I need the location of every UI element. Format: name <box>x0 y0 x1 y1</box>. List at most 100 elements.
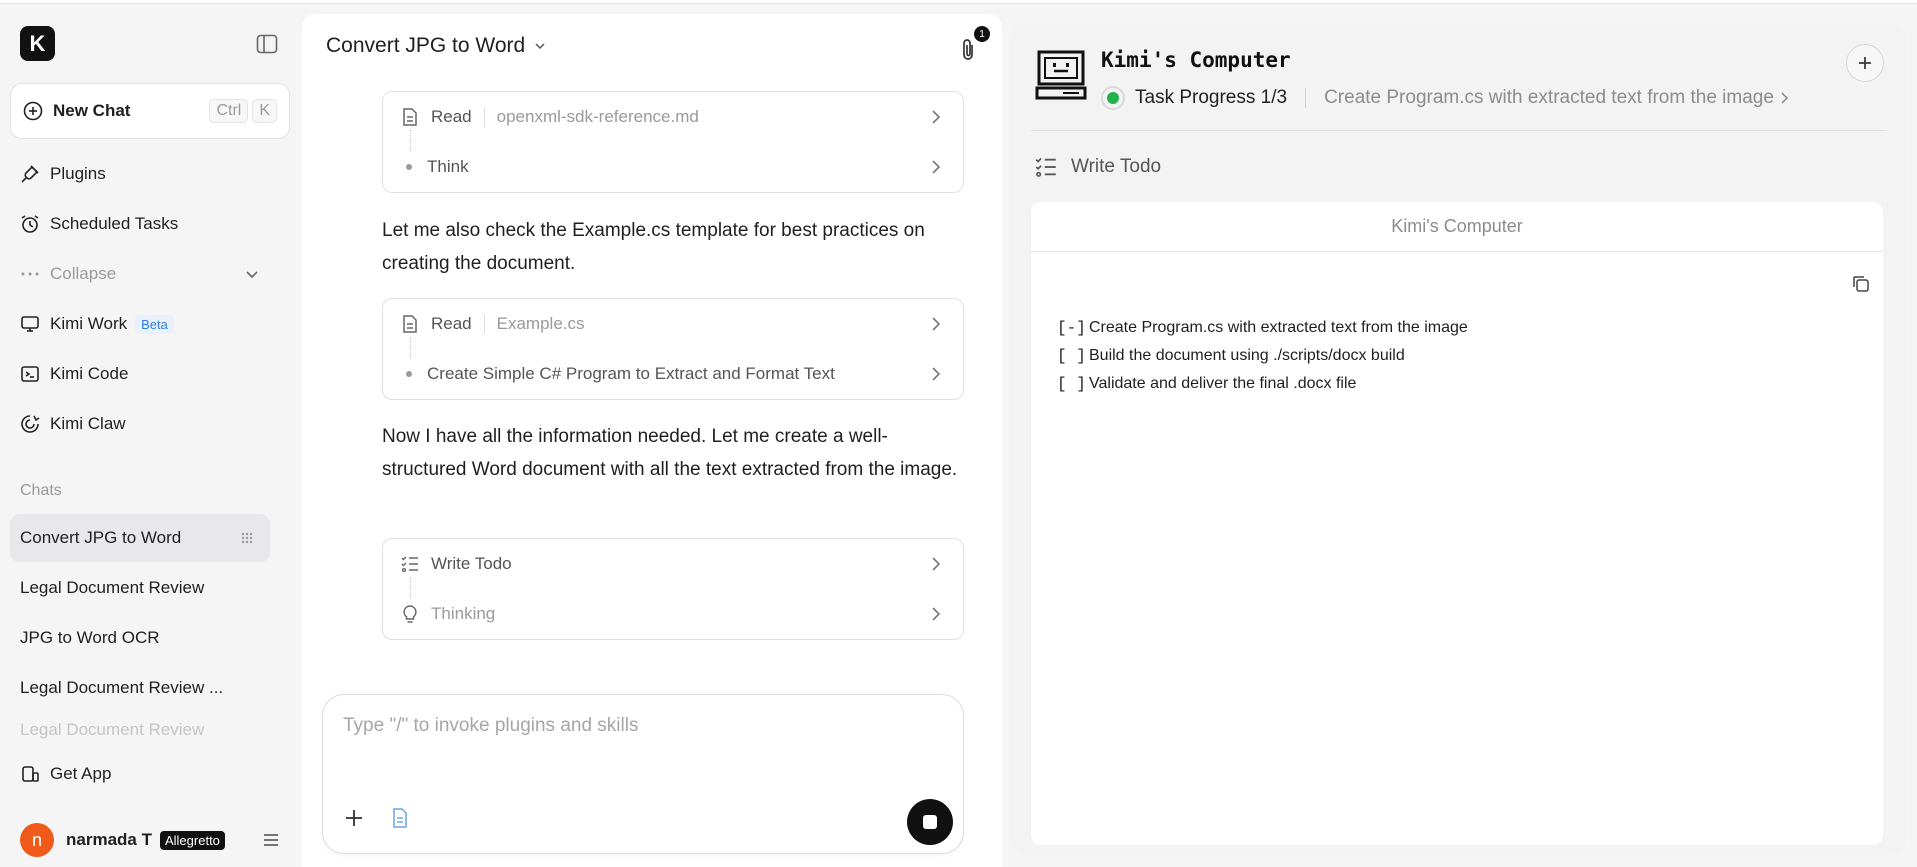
todo-status: [ ] <box>1057 347 1086 365</box>
sidebar-item-label: Kimi Claw <box>50 414 126 433</box>
tool-label: Create Simple C# Program to Extract and … <box>427 364 835 383</box>
tool-call-card: Write Todo Thinking <box>382 538 964 640</box>
sidebar-item-label: Scheduled Tasks <box>50 214 179 233</box>
chat-title-dropdown[interactable]: Convert JPG to Word <box>326 34 547 58</box>
chat-item-active[interactable]: Convert JPG to Word <box>10 514 270 562</box>
more-dots-icon <box>21 272 39 276</box>
chat-title: Convert JPG to Word <box>326 34 526 57</box>
hamburger-menu-icon[interactable] <box>262 832 280 848</box>
plus-icon <box>1859 57 1871 69</box>
sidebar-item-label: Kimi Code <box>50 364 129 383</box>
chevron-right-icon <box>932 557 941 571</box>
chevron-right-icon <box>932 367 941 381</box>
chat-item-label: Legal Document Review <box>20 720 205 739</box>
user-profile[interactable]: n narmada T Allegretto <box>20 822 280 858</box>
todo-item: [-] Create Program.cs with extracted text… <box>1057 314 1468 342</box>
lightbulb-icon <box>403 605 417 623</box>
sidebar-item-label: Plugins <box>50 164 106 183</box>
chat-item[interactable]: Legal Document Review ... <box>10 664 270 712</box>
document-icon <box>403 315 417 333</box>
todo-text: Create Program.cs with extracted text fr… <box>1089 319 1468 336</box>
task-progress[interactable]: Task Progress 1/3 Create Program.cs with… <box>1101 86 1790 110</box>
sidebar-item-kimi-code[interactable]: Kimi Code <box>20 359 128 389</box>
copy-icon[interactable] <box>1851 274 1871 294</box>
get-app-link[interactable]: Get App <box>20 764 111 784</box>
chevron-down-icon <box>246 271 258 279</box>
sidebar-item-scheduled-tasks[interactable]: Scheduled Tasks <box>20 209 178 239</box>
status-indicator <box>1101 86 1125 110</box>
document-icon <box>403 108 417 126</box>
kimi-logo[interactable]: K <box>20 26 55 61</box>
sidebar: K New Chat Ctrl K Plugins Scheduled Task… <box>0 4 300 867</box>
shortcut-k: K <box>252 99 277 123</box>
tool-call-card: Read Example.cs Create Simple C# Program… <box>382 298 964 400</box>
assistant-message: Now I have all the information needed. L… <box>382 426 958 480</box>
chevron-right-icon <box>932 110 941 124</box>
tool-label: Read <box>431 107 472 126</box>
chat-item-label: JPG to Word OCR <box>20 628 160 647</box>
tool-label: Write Todo <box>431 554 512 573</box>
sidebar-item-kimi-work[interactable]: Kimi Work Beta <box>20 309 174 339</box>
shortcut-ctrl: Ctrl <box>209 99 249 123</box>
tool-step-row[interactable]: Create Simple C# Program to Extract and … <box>383 349 963 399</box>
message-composer <box>322 694 964 854</box>
chat-item[interactable]: Legal Document Review <box>10 564 270 612</box>
todo-item: [ ] Build the document using ./scripts/do… <box>1057 342 1468 370</box>
todo-status: [-] <box>1057 319 1086 337</box>
device-icon <box>22 766 39 782</box>
viewer-title: Kimi's Computer <box>1031 202 1883 252</box>
computer-panel: Kimi's Computer Task Progress 1/3 Create… <box>1011 22 1907 855</box>
chat-item-label: Legal Document Review <box>20 578 205 597</box>
avatar[interactable]: n <box>20 823 54 857</box>
add-button[interactable] <box>1846 44 1884 82</box>
tool-thinking-row[interactable]: Thinking <box>383 589 963 639</box>
step-dot <box>406 371 412 377</box>
paperclip-icon[interactable] <box>958 38 978 62</box>
terminal-icon <box>21 366 39 382</box>
tool-read-row[interactable]: Read openxml-sdk-reference.md <box>383 92 963 142</box>
section-heading: Write Todo <box>1035 156 1161 178</box>
tool-think-row[interactable]: Think <box>383 142 963 192</box>
progress-label: Task Progress 1/3 <box>1135 87 1288 108</box>
tool-todo-row[interactable]: Write Todo <box>383 539 963 589</box>
chat-panel: Convert JPG to Word 1 Read openxml-sdk-r… <box>302 14 1002 867</box>
divider <box>1305 88 1307 108</box>
chat-item[interactable]: JPG to Word OCR <box>10 614 270 662</box>
chat-item[interactable]: Legal Document Review <box>10 714 270 740</box>
sidebar-item-label: Collapse <box>50 264 117 283</box>
section-heading-label: Write Todo <box>1071 156 1162 177</box>
todo-item: [ ] Validate and deliver the final .docx … <box>1057 370 1468 398</box>
document-icon[interactable] <box>391 807 409 829</box>
todo-list: [-] Create Program.cs with extracted text… <box>1057 314 1468 398</box>
alarm-clock-icon <box>21 215 39 233</box>
drag-handle-icon[interactable] <box>240 531 254 545</box>
claw-icon <box>21 415 40 433</box>
sidebar-item-plugins[interactable]: Plugins <box>20 159 106 189</box>
tool-read-row[interactable]: Read Example.cs <box>383 299 963 349</box>
chevron-down-icon <box>535 43 545 50</box>
tool-file-name: openxml-sdk-reference.md <box>483 107 699 127</box>
beta-badge: Beta <box>135 314 174 334</box>
todo-status: [ ] <box>1057 375 1086 393</box>
checklist-icon <box>401 556 418 573</box>
sidebar-collapse-toggle[interactable]: Collapse <box>20 259 260 289</box>
sidebar-item-kimi-claw[interactable]: Kimi Claw <box>20 409 126 439</box>
todo-text: Build the document using ./scripts/docx … <box>1089 347 1405 364</box>
new-chat-button[interactable]: New Chat Ctrl K <box>10 83 290 139</box>
monitor-icon <box>21 316 39 332</box>
get-app-label: Get App <box>50 764 112 783</box>
divider <box>1031 130 1887 131</box>
stop-generation-button[interactable] <box>907 799 953 845</box>
chevron-right-icon <box>932 160 941 174</box>
plus-icon[interactable] <box>343 807 365 829</box>
sidebar-toggle-icon[interactable] <box>256 34 278 54</box>
chevron-right-icon <box>1781 92 1788 104</box>
tool-call-card: Read openxml-sdk-reference.md Think <box>382 91 964 193</box>
computer-name: Kimi's Computer <box>1101 48 1291 72</box>
message-input[interactable] <box>343 715 943 755</box>
todo-text: Validate and deliver the final .docx fil… <box>1089 375 1357 392</box>
user-name: narmada T <box>66 830 152 849</box>
computer-viewer: Kimi's Computer [-] Create Program.cs wit… <box>1031 202 1883 845</box>
attachment-count-badge: 1 <box>974 26 990 42</box>
step-dot <box>406 164 412 170</box>
